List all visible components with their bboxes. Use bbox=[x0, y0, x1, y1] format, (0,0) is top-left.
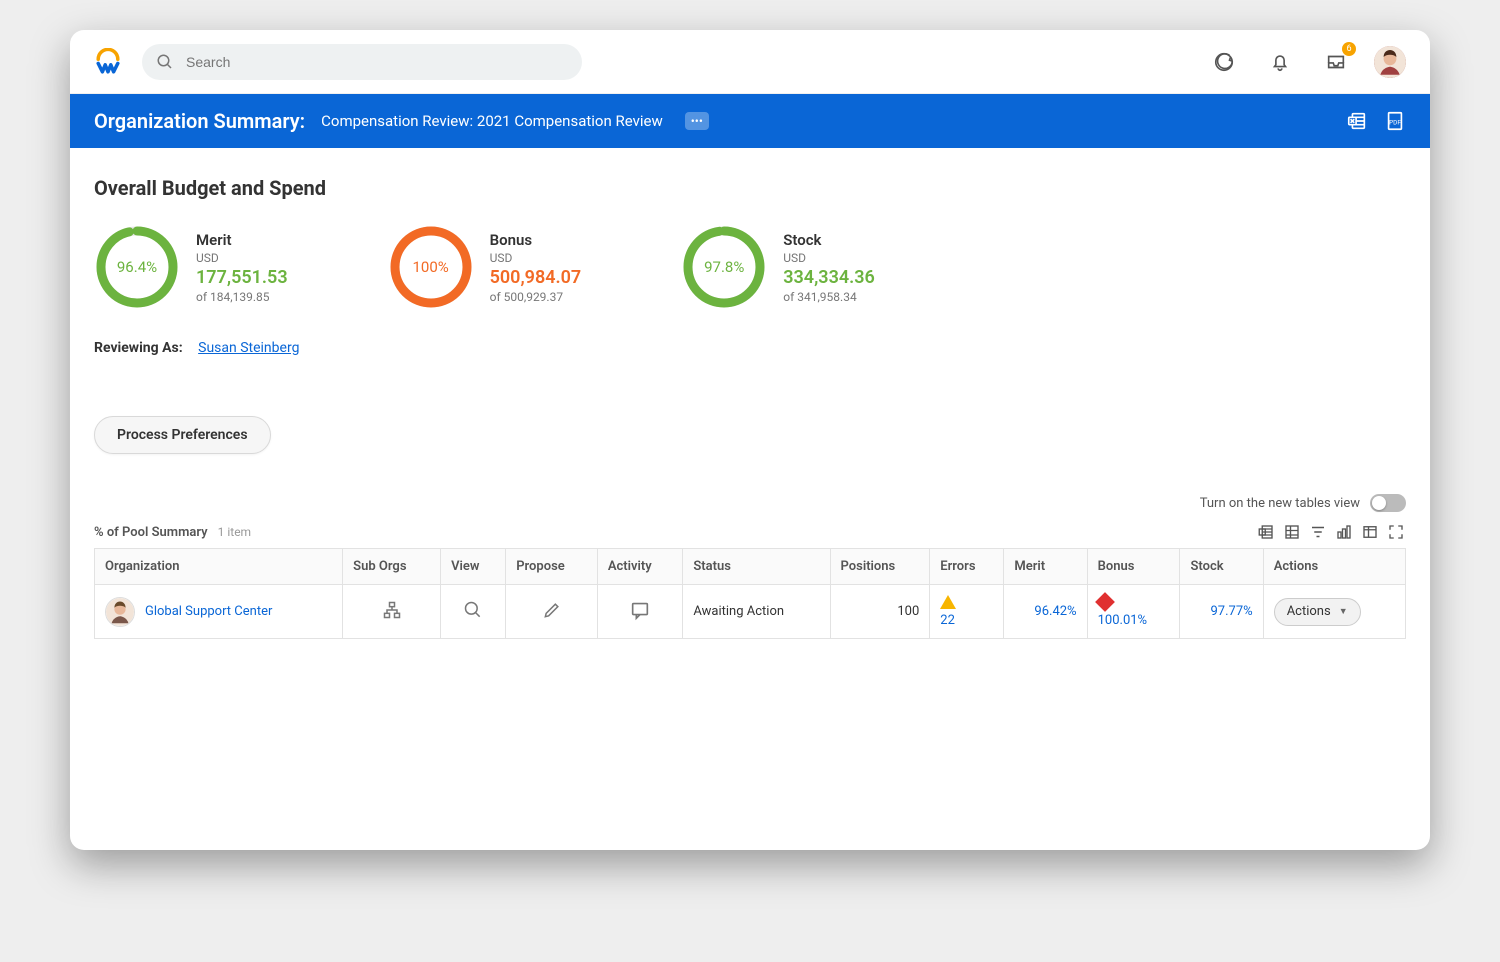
column-header[interactable]: Status bbox=[683, 549, 830, 585]
merit-link[interactable]: 96.42% bbox=[1034, 604, 1076, 619]
table-chart-button[interactable] bbox=[1334, 522, 1354, 542]
table-title: % of Pool Summary bbox=[94, 525, 208, 540]
pencil-icon bbox=[542, 600, 562, 620]
row-actions-button[interactable]: Actions ▼ bbox=[1274, 598, 1361, 626]
stock-link[interactable]: 97.77% bbox=[1211, 604, 1253, 619]
budget-pct: 96.4% bbox=[94, 224, 180, 310]
table-columns-button[interactable] bbox=[1360, 522, 1380, 542]
export-excel-icon bbox=[1346, 110, 1368, 132]
actions-label: Actions bbox=[1287, 604, 1331, 619]
export-pdf-button[interactable]: PDF bbox=[1384, 110, 1406, 132]
column-header[interactable]: Activity bbox=[597, 549, 683, 585]
table-count: 1 item bbox=[218, 525, 251, 539]
avatar-icon bbox=[106, 598, 134, 626]
inbox-badge: 6 bbox=[1342, 42, 1356, 56]
budget-pct: 100% bbox=[388, 224, 474, 310]
column-header[interactable]: Stock bbox=[1180, 549, 1263, 585]
errors-link[interactable]: 22 bbox=[940, 613, 955, 628]
budget-currency: USD bbox=[783, 251, 875, 265]
process-preferences-button[interactable]: Process Preferences bbox=[94, 416, 271, 454]
hierarchy-icon bbox=[382, 600, 402, 620]
budget-card-merit: 96.4% Merit USD 177,551.53 of 184,139.85 bbox=[94, 224, 288, 310]
table-filter-button[interactable] bbox=[1308, 522, 1328, 542]
bell-icon bbox=[1269, 51, 1291, 73]
budget-total: of 184,139.85 bbox=[196, 290, 288, 304]
budget-amount: 177,551.53 bbox=[196, 267, 288, 288]
column-header[interactable]: Bonus bbox=[1087, 549, 1180, 585]
budget-label: Stock bbox=[783, 231, 875, 249]
errors-cell[interactable]: 22 bbox=[940, 595, 956, 628]
page-title: Organization Summary: bbox=[94, 109, 305, 133]
column-header[interactable]: View bbox=[441, 549, 506, 585]
workday-logo[interactable] bbox=[94, 48, 122, 76]
column-header[interactable]: Organization bbox=[95, 549, 343, 585]
sub-orgs-button[interactable] bbox=[382, 609, 402, 624]
section-title: Overall Budget and Spend bbox=[94, 176, 1406, 200]
view-button[interactable] bbox=[463, 609, 483, 624]
chat-icon bbox=[1213, 51, 1235, 73]
table-fullscreen-button[interactable] bbox=[1386, 522, 1406, 542]
table-export-excel-button[interactable] bbox=[1256, 522, 1276, 542]
bonus-link[interactable]: 100.01% bbox=[1098, 613, 1147, 628]
filter-icon bbox=[1309, 523, 1327, 541]
propose-button[interactable] bbox=[542, 609, 562, 624]
budget-label: Bonus bbox=[490, 231, 582, 249]
caret-down-icon: ▼ bbox=[1339, 606, 1348, 617]
page-subtitle: Compensation Review: 2021 Compensation R… bbox=[321, 112, 663, 130]
budget-currency: USD bbox=[490, 251, 582, 265]
budget-donut: 100% bbox=[388, 224, 474, 310]
budget-currency: USD bbox=[196, 251, 288, 265]
budget-pct: 97.8% bbox=[681, 224, 767, 310]
status-cell: Awaiting Action bbox=[683, 585, 830, 639]
grid-icon bbox=[1283, 523, 1301, 541]
column-header[interactable]: Sub Orgs bbox=[343, 549, 441, 585]
error-icon bbox=[1095, 592, 1115, 612]
budget-card-stock: 97.8% Stock USD 334,334.36 of 341,958.34 bbox=[681, 224, 875, 310]
table-grid-button[interactable] bbox=[1282, 522, 1302, 542]
comment-icon bbox=[629, 599, 651, 621]
avatar-icon bbox=[1374, 46, 1406, 78]
org-avatar bbox=[105, 597, 135, 627]
svg-text:PDF: PDF bbox=[1389, 119, 1401, 127]
column-header[interactable]: Errors bbox=[930, 549, 1004, 585]
column-header[interactable]: Propose bbox=[506, 549, 598, 585]
activity-button[interactable] bbox=[629, 610, 651, 625]
magnify-icon bbox=[463, 600, 483, 620]
column-header[interactable]: Actions bbox=[1263, 549, 1405, 585]
warning-icon bbox=[940, 595, 956, 609]
chat-button[interactable] bbox=[1206, 44, 1242, 80]
chart-icon bbox=[1335, 523, 1353, 541]
column-header[interactable]: Positions bbox=[830, 549, 930, 585]
bonus-cell[interactable]: 100.01% bbox=[1098, 595, 1147, 628]
column-header[interactable]: Merit bbox=[1004, 549, 1087, 585]
export-excel-button[interactable] bbox=[1346, 110, 1368, 132]
excel-icon bbox=[1257, 523, 1275, 541]
search-input[interactable] bbox=[184, 53, 568, 71]
notifications-button[interactable] bbox=[1262, 44, 1298, 80]
fullscreen-icon bbox=[1387, 523, 1405, 541]
search-icon bbox=[156, 53, 174, 71]
budget-amount: 500,984.07 bbox=[490, 267, 582, 288]
budget-total: of 500,929.37 bbox=[490, 290, 582, 304]
table-row: Global Support Center Awaiting Action 10… bbox=[95, 585, 1406, 639]
budget-label: Merit bbox=[196, 231, 288, 249]
related-actions-button[interactable]: ••• bbox=[685, 112, 709, 130]
org-link[interactable]: Global Support Center bbox=[145, 604, 272, 619]
budget-total: of 341,958.34 bbox=[783, 290, 875, 304]
budget-donut: 97.8% bbox=[681, 224, 767, 310]
search-bar[interactable] bbox=[142, 44, 582, 80]
export-pdf-icon: PDF bbox=[1384, 110, 1406, 132]
reviewing-as-link[interactable]: Susan Steinberg bbox=[198, 340, 299, 356]
tables-toggle-label: Turn on the new tables view bbox=[1200, 496, 1360, 511]
budget-card-bonus: 100% Bonus USD 500,984.07 of 500,929.37 bbox=[388, 224, 582, 310]
inbox-button[interactable]: 6 bbox=[1318, 44, 1354, 80]
positions-cell: 100 bbox=[830, 585, 930, 639]
budget-amount: 334,334.36 bbox=[783, 267, 875, 288]
budget-donut: 96.4% bbox=[94, 224, 180, 310]
columns-icon bbox=[1361, 523, 1379, 541]
profile-avatar[interactable] bbox=[1374, 46, 1406, 78]
tables-toggle[interactable] bbox=[1370, 494, 1406, 512]
reviewing-as-label: Reviewing As: bbox=[94, 340, 183, 356]
